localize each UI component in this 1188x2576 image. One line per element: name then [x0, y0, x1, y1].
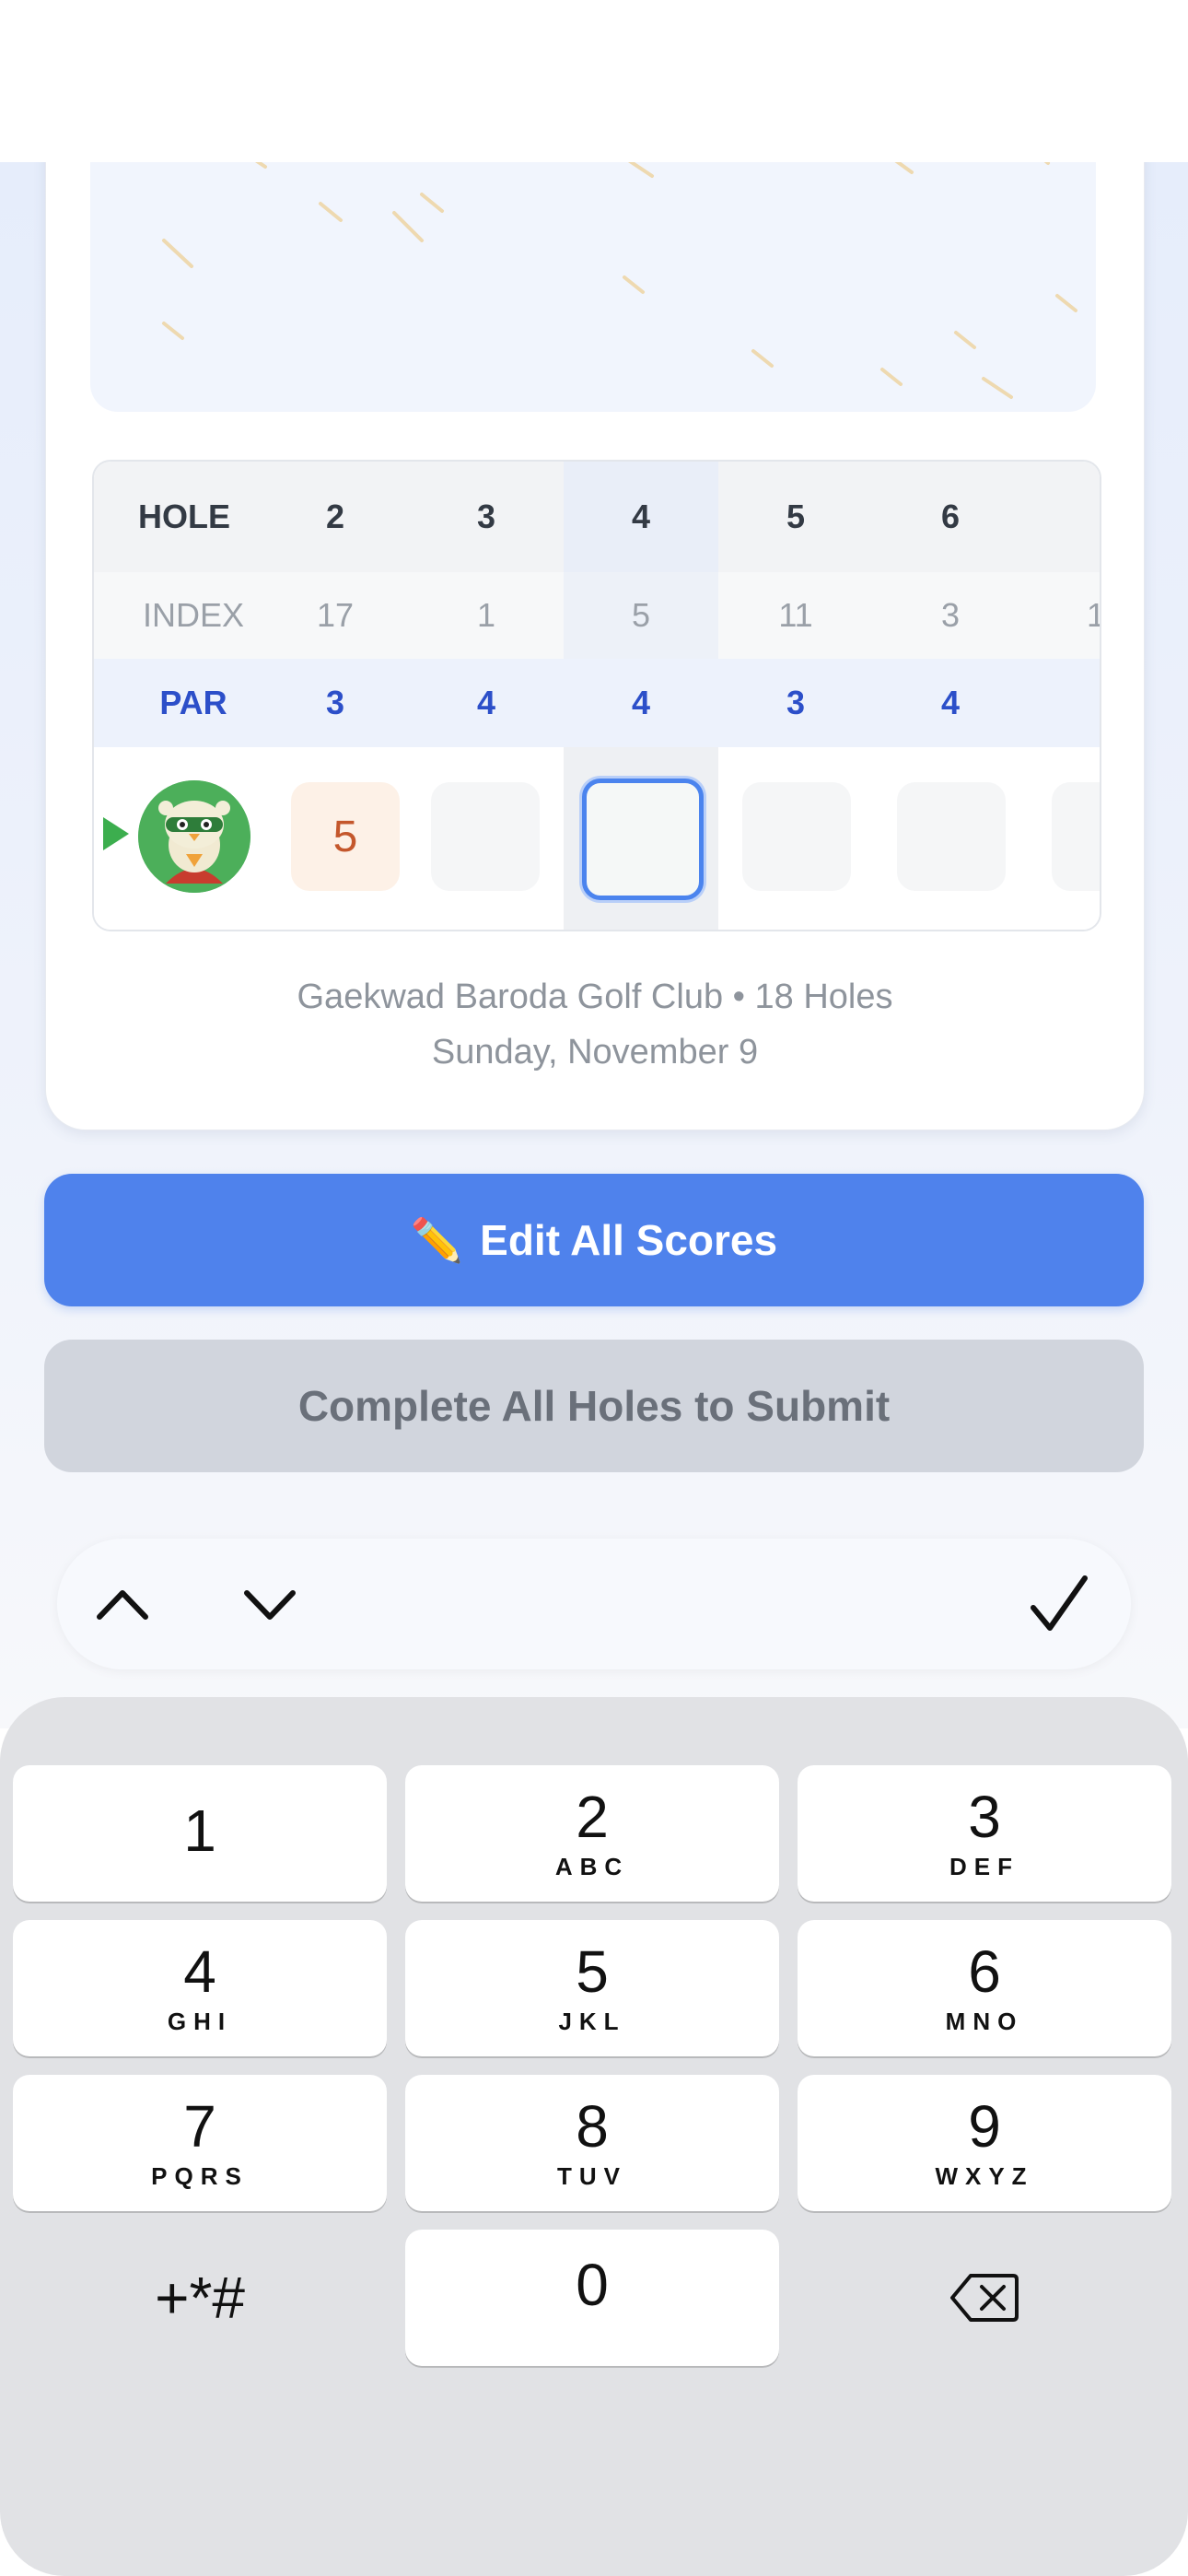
index-value-partial: 1 — [1087, 572, 1100, 659]
backspace-icon — [950, 2274, 1019, 2322]
score-cell[interactable] — [431, 782, 540, 891]
key-9[interactable]: 9 WXYZ — [798, 2075, 1171, 2211]
index-value: 1 — [476, 596, 496, 634]
key-3[interactable]: 3 DEF — [798, 1765, 1171, 1902]
par-value: 4 — [631, 684, 651, 721]
par-value: 3 — [786, 684, 806, 721]
index-row: INDEX 17 1 5 11 3 1 — [94, 572, 1100, 659]
key-7[interactable]: 7 PQRS — [13, 2075, 387, 2211]
index-value: 11 — [778, 596, 813, 634]
delete-key[interactable] — [798, 2230, 1171, 2366]
scorecard-table: HOLE 2 3 4 5 6 INDEX 17 1 5 11 3 1 PAR 3… — [92, 460, 1101, 931]
hole-label: HOLE — [137, 498, 230, 535]
hole-number-current[interactable]: 4 — [564, 462, 718, 572]
par-value: 4 — [940, 684, 961, 721]
hole-number[interactable]: 3 — [409, 462, 564, 572]
round-date: Sunday, November 9 — [431, 1033, 759, 1071]
hole-number[interactable]: 6 — [873, 462, 1028, 572]
key-4[interactable]: 4 GHI — [13, 1920, 387, 2056]
key-5[interactable]: 5 JKL — [405, 1920, 779, 2056]
key-symbols[interactable]: +*# — [13, 2230, 387, 2366]
key-8[interactable]: 8 TUV — [405, 2075, 779, 2211]
key-6[interactable]: 6 MNO — [798, 1920, 1171, 2056]
index-value: 3 — [940, 596, 961, 634]
edit-all-scores-label: Edit All Scores — [480, 1216, 778, 1264]
checkmark-icon[interactable] — [1028, 1573, 1092, 1637]
index-value: 5 — [631, 596, 651, 634]
hole-number[interactable]: 2 — [258, 462, 413, 572]
hole-row: HOLE 2 3 4 5 6 — [94, 462, 1100, 572]
submit-scores-button[interactable]: Complete All Holes to Submit — [44, 1340, 1144, 1472]
score-cell[interactable] — [742, 782, 851, 891]
par-value: 4 — [476, 684, 496, 721]
score-cell[interactable] — [897, 782, 1006, 891]
score-cell-active[interactable] — [582, 779, 704, 900]
owl-mascot-icon — [138, 780, 250, 893]
keyboard-accessory-bar — [57, 1539, 1131, 1669]
score-cell-partial[interactable] — [1052, 782, 1100, 891]
player-row: 5 — [94, 747, 1100, 930]
index-value: 17 — [316, 596, 355, 634]
par-row: PAR 3 4 4 3 4 — [94, 659, 1100, 747]
par-value: 3 — [325, 684, 345, 721]
numeric-keypad: 1 2 ABC 3 DEF 4 GHI 5 JKL 6 MNO 7 PQRS 8… — [0, 1697, 1188, 2576]
key-0[interactable]: 0 — [405, 2230, 779, 2366]
key-1[interactable]: 1 — [13, 1765, 387, 1902]
scorecard-card: HOLE 2 3 4 5 6 INDEX 17 1 5 11 3 1 PAR 3… — [45, 55, 1145, 1130]
player-avatar[interactable] — [138, 780, 250, 893]
pencil-icon: ✏️ — [410, 1215, 464, 1264]
edit-all-scores-button[interactable]: ✏️ Edit All Scores — [44, 1174, 1144, 1306]
hole-number[interactable]: 5 — [718, 462, 873, 572]
status-bar-area — [0, 0, 1188, 162]
submit-label: Complete All Holes to Submit — [297, 1382, 891, 1430]
chevron-up-icon[interactable] — [90, 1573, 155, 1637]
course-name: Gaekwad Baroda Golf Club • 18 Holes — [297, 978, 893, 1016]
key-2[interactable]: 2 ABC — [405, 1765, 779, 1902]
score-cell[interactable]: 5 — [291, 782, 400, 891]
chevron-down-icon[interactable] — [238, 1573, 302, 1637]
current-player-marker-icon — [103, 817, 129, 850]
